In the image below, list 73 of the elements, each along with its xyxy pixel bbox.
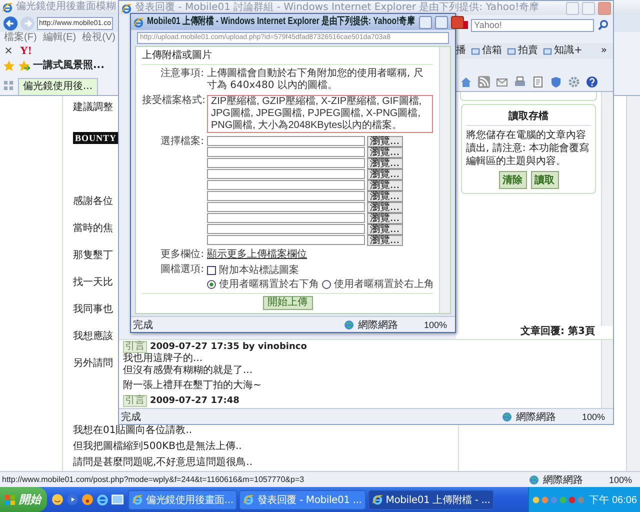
search-field[interactable]: Yahoo! [471, 18, 594, 32]
zoom-level[interactable]: 100% [608, 474, 632, 484]
browse-button[interactable]: 瀏覽... [367, 224, 403, 235]
zone-label: 網際網路 [358, 318, 398, 332]
taskbar-button[interactable]: Mobile01 上傳附檔 - ... [368, 490, 494, 510]
post-text: 請問是甚麼問題呢,不好意思這問題很鳥.. [73, 457, 253, 469]
toolbar-button[interactable]: 播 [456, 45, 466, 57]
reply-header: 2009-07-27 17:35 by vinobinco [150, 342, 307, 352]
field-label: 圖檔選項: [160, 264, 204, 277]
reply-text: 我也用這牌子的... [123, 353, 203, 364]
post-text: 建議調整 [73, 102, 113, 114]
browse-button[interactable]: 瀏覽... [367, 158, 403, 169]
field-label: 選擇檔案: [160, 136, 204, 149]
browse-button[interactable]: 瀏覽... [367, 202, 403, 213]
toolbar-button[interactable]: 拍賣 [518, 45, 538, 57]
menu-item[interactable]: 編輯(E) [42, 32, 76, 44]
panel-button[interactable]: 清除 [498, 171, 526, 189]
clock: 下午 06:06 [589, 494, 637, 506]
browse-button[interactable]: 瀏覽... [367, 169, 403, 180]
menu-item[interactable]: 檢視(V) [82, 32, 116, 44]
zone-label: 網際網路 [542, 474, 583, 486]
upload-button[interactable]: 開始上傳 [262, 296, 312, 310]
panel-text: 將您儲存在電腦的文章內容讀出, 請注意: 本功能會覆寫編輯區的主題與內容。 [466, 129, 590, 168]
window-title: Mobile01 上傳附檔 - Windows Internet Explorer 是由下列提供: Yahoo!奇摩 [147, 16, 415, 28]
field-label: 接受檔案格式: [142, 95, 204, 108]
field-label: 更多欄位: [160, 249, 204, 261]
browse-button[interactable]: 瀏覽... [367, 235, 403, 246]
post-text: 那隻墾丁 [73, 250, 113, 262]
window-title: 偏光鏡使用後畫面模糊 [16, 1, 116, 13]
radio-label: 使用者暱稱置於右上角 [334, 278, 434, 291]
format-text: ZIP壓縮檔, GZIP壓縮檔, X-ZIP壓縮檔, GIF圖檔, JPG圖檔, JPEG圖檔, PJPEG圖檔, X-PNG圖檔, PNG圖檔, 大小為2048KBytes以內的檔案。 [207, 95, 433, 133]
post-text: 我同事也 [73, 304, 113, 316]
form-heading: 上傳附檔或圖片 [142, 50, 433, 65]
post-text: 但我把圖檔縮到500KB也是無法上傳.. [73, 441, 242, 453]
yahoo-logo[interactable]: Y! [20, 44, 32, 56]
taskbar-button[interactable]: 偏光鏡使用後畫面... [128, 490, 238, 510]
browse-button[interactable]: 瀏覽... [367, 136, 403, 147]
favorite-link[interactable]: 一講式風景照... [33, 60, 104, 72]
radio-label: 使用者暱稱置於右下角 [219, 278, 319, 291]
browser-tab[interactable]: 偏光鏡使用後... [18, 78, 98, 95]
menu-item[interactable]: 檔案(F) [4, 32, 37, 44]
post-text: 找一天比 [73, 277, 113, 289]
panel-title: 讀取存檔 [466, 109, 591, 126]
browse-button[interactable]: 瀏覽... [367, 213, 403, 224]
browse-button[interactable]: 瀏覽... [367, 180, 403, 191]
browse-button[interactable]: 瀏覽... [367, 191, 403, 202]
toolbar-button[interactable]: 信箱 [482, 45, 502, 57]
reply-text: 但沒有感覺有糊糊的就是了... [123, 365, 253, 377]
window-title: 發表回覆 - Mobile01 討論群組 - Windows Internet Explorer 是由下列提供: Yahoo!奇摩 [135, 2, 540, 14]
post-text: 我想應該 [73, 331, 113, 343]
more-fields-link[interactable]: 顯示更多上傳檔案欄位 [207, 249, 307, 261]
status-text: 完成 [133, 318, 154, 332]
status-text: http://www.mobile01.com/post.php?mode=wply&f=244&t=1160616&m=1057770&p=3 [2, 475, 306, 484]
zoom-level[interactable]: 100% [424, 320, 447, 330]
post-text: 另外請問 [73, 358, 113, 370]
zone-label: 網際網路 [516, 410, 556, 424]
checkbox-label: 附加本站標誌圖案 [219, 264, 299, 277]
toolbar-button[interactable]: 知識+ [554, 45, 582, 57]
post-text: 當時的焦 [73, 223, 113, 235]
reply-text: 附一張上禮拜在墾丁拍的大海~ [123, 380, 262, 392]
browse-button[interactable]: 瀏覽... [367, 147, 403, 158]
page-label: 文章回覆: 第3頁 [520, 326, 595, 339]
notice-text: 上傳圖檔會自動於右下角附加您的使用者暱稱, 尺寸為 640x480 以內的圖檔。 [207, 68, 424, 92]
zoom-level[interactable]: 100% [582, 412, 605, 422]
taskbar-button[interactable]: 發表回覆 - Mobile01 ... [239, 490, 366, 510]
reply-header: 2009-07-27 17:48 [150, 396, 240, 406]
logo-banner: BOUNTY [73, 132, 119, 144]
post-text: 感謝各位 [73, 196, 113, 208]
status-text: 完成 [121, 410, 142, 424]
panel-button[interactable]: 讀取 [530, 171, 558, 189]
more-button[interactable]: » [600, 45, 607, 57]
post-text: 我想在01貼圖向各位請教.. [73, 425, 192, 437]
field-label: 注意事項: [160, 68, 204, 81]
